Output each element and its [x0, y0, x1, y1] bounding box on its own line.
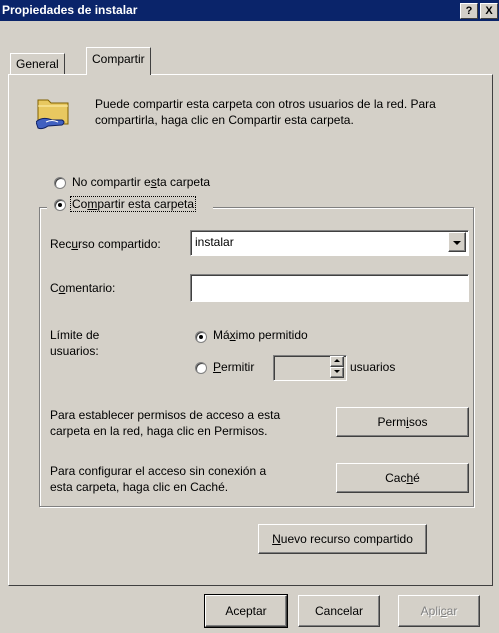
users-label: usuarios — [350, 360, 396, 374]
share-label[interactable]: Compartir esta carpeta — [70, 196, 197, 212]
permissions-text-2: carpeta en la red, haga clic en Permisos… — [50, 424, 268, 438]
limit-label-line-2: usuarios: — [50, 344, 99, 358]
limit-label-line-1: Límite de — [50, 328, 100, 342]
ok-button[interactable]: Aceptar — [204, 594, 288, 628]
close-button[interactable]: X — [480, 3, 498, 19]
dialog-title: Propiedades de instalar — [2, 3, 138, 17]
shared-folder-icon — [36, 99, 69, 130]
help-button[interactable]: ? — [460, 3, 478, 19]
cache-text-2: esta carpeta, haga clic en Caché. — [50, 480, 229, 494]
max-allowed-label[interactable]: Máximo permitido — [213, 328, 308, 342]
comment-field[interactable] — [190, 274, 469, 302]
arrow-up-icon — [334, 358, 340, 362]
cache-button[interactable]: Caché — [336, 463, 469, 493]
spin-up-button[interactable] — [330, 356, 344, 367]
allow-radio[interactable] — [195, 362, 207, 374]
permissions-button[interactable]: Permisos — [336, 407, 469, 437]
permissions-text-1: Para establecer permisos de acceso a est… — [50, 408, 281, 422]
allow-label[interactable]: Permitir — [213, 360, 254, 374]
new-share-button[interactable]: Nuevo recurso compartido — [258, 524, 427, 554]
comment-label: Comentario: — [50, 281, 116, 295]
cancel-button[interactable]: Cancelar — [298, 595, 380, 627]
spin-down-button[interactable] — [330, 367, 344, 378]
title-bar[interactable]: Propiedades de instalar ? X — [0, 0, 499, 21]
no-share-radio[interactable] — [54, 177, 66, 189]
intro-line-2: compartirla, haga clic en Compartir esta… — [95, 113, 354, 127]
tab-compartir[interactable]: Compartir — [86, 47, 151, 75]
resource-select[interactable]: instalar — [190, 230, 469, 256]
sharing-panel: Puede compartir esta carpeta con otros u… — [8, 74, 493, 586]
share-radio[interactable] — [54, 199, 66, 211]
tab-general[interactable]: General — [10, 53, 65, 74]
resource-label: Recurso compartido: — [50, 237, 161, 251]
users-count-spinner[interactable] — [273, 355, 347, 381]
properties-dialog: Propiedades de instalar ? X General Comp… — [0, 0, 499, 633]
no-share-label[interactable]: No compartir esta carpeta — [72, 175, 210, 189]
apply-button[interactable]: Aplicar — [398, 595, 480, 627]
intro-line-1: Puede compartir esta carpeta con otros u… — [95, 97, 436, 111]
chevron-down-icon — [453, 240, 461, 245]
dropdown-button[interactable] — [448, 232, 466, 252]
arrow-down-icon — [334, 369, 340, 373]
cache-text-1: Para configurar el acceso sin conexión a — [50, 464, 267, 478]
max-allowed-radio[interactable] — [195, 331, 207, 343]
tab-compartir-label: Compartir — [92, 52, 145, 66]
resource-value: instalar — [195, 235, 234, 249]
